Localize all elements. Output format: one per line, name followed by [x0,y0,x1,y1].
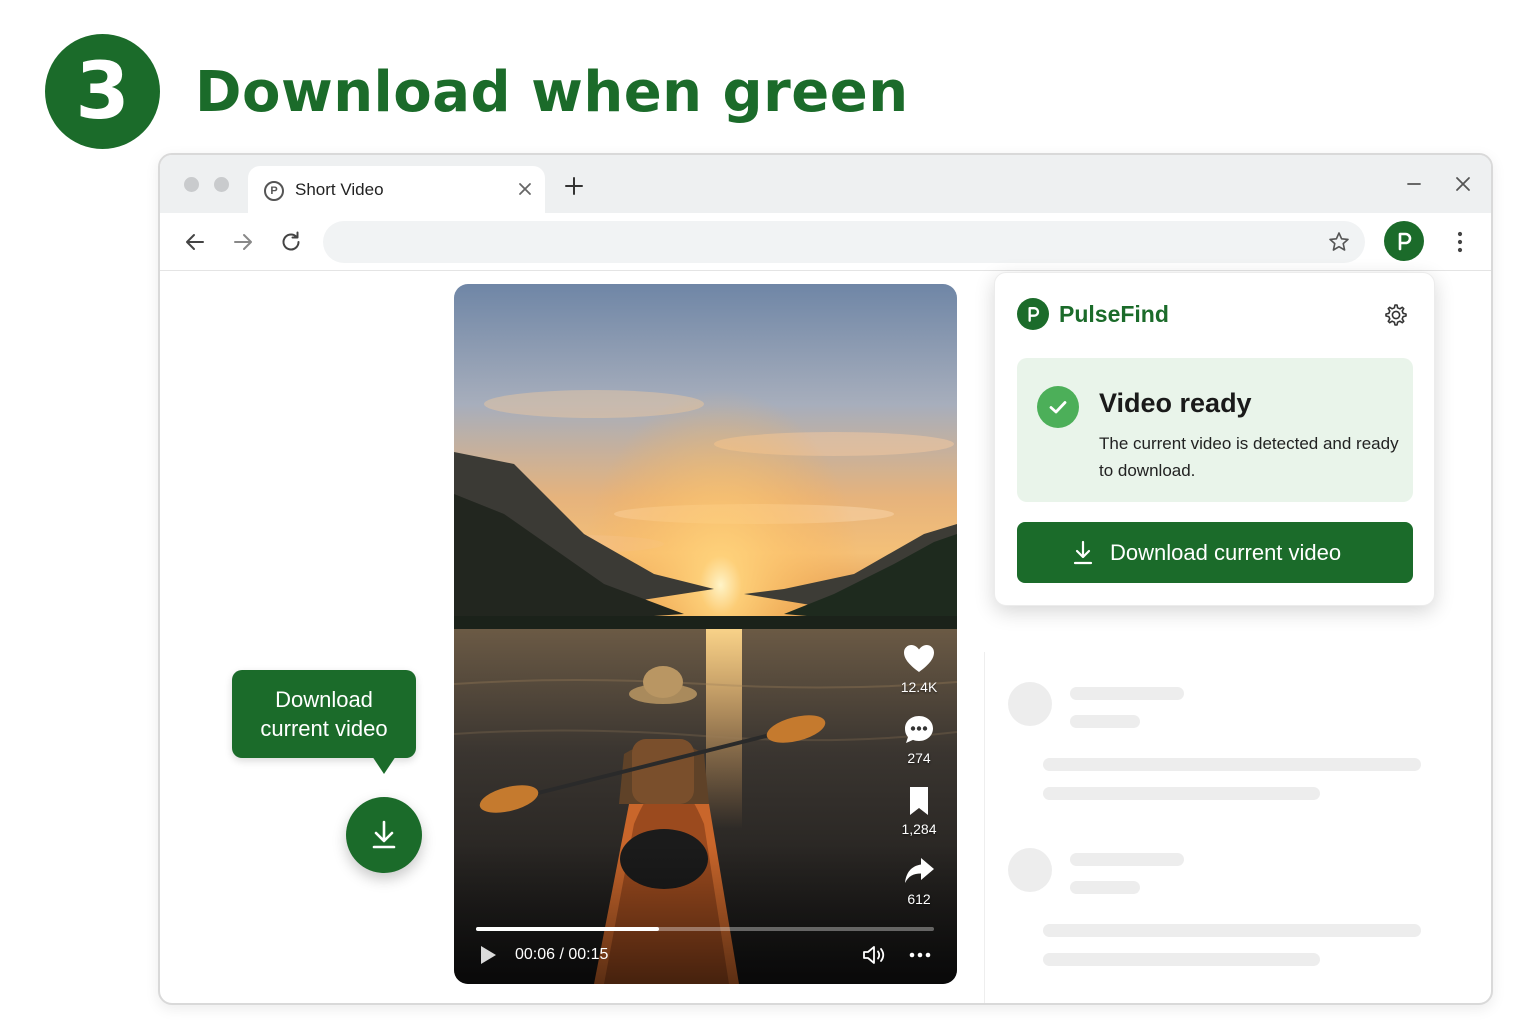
skeleton-line [1043,787,1320,800]
pulsefind-extension-button[interactable] [1384,221,1424,261]
browser-toolbar [160,213,1491,271]
pulsefind-favicon-icon: P [264,181,284,201]
status-description: The current video is detected and ready … [1099,434,1399,480]
page-content: 12.4K 274 1,284 612 00:06 / 00:15 Downlo… [160,272,1491,1003]
heart-icon [904,645,934,672]
like-count: 12.4K [900,679,938,695]
comment-bubble-icon [905,716,933,743]
bookmark-icon [910,787,928,815]
pulsefind-logo [1017,298,1049,330]
tutorial-screen: 3 Download when green P Short Video 12.4… [0,0,1536,1024]
progress-track[interactable] [476,927,934,931]
tab-short-video[interactable]: P Short Video [248,166,545,216]
play-icon[interactable] [478,944,498,966]
forward-arrow-icon[interactable] [230,229,256,255]
skeleton-line [1070,687,1184,700]
video-frame-kayak-sunset [454,284,957,984]
step-number-badge: 3 [45,34,160,149]
skeleton-avatar [1008,848,1052,892]
success-check-badge [1037,386,1079,428]
pulsefind-logo-icon [1398,232,1412,251]
more-horizontal-icon[interactable] [907,944,933,966]
share-action[interactable]: 612 [886,854,952,907]
browser-window: P Short Video 12.4K 274 1,284 612 00:06 … [158,153,1493,1005]
share-count: 612 [907,891,931,907]
skeleton-line [1070,881,1140,894]
checkmark-icon [1049,401,1067,414]
skeleton-line [1043,758,1421,771]
close-icon[interactable] [515,179,535,199]
share-arrow-icon [905,858,934,883]
step-title: Download when green [195,60,909,125]
time-display: 00:06 / 00:15 [515,946,609,963]
window-control-dot[interactable] [184,177,199,192]
download-icon [372,820,396,849]
window-control-dot[interactable] [214,177,229,192]
skeleton-line [1043,953,1320,966]
tooltip-line-2: current video [260,716,388,741]
address-bar[interactable] [323,221,1365,263]
status-title: Video ready [1099,388,1252,418]
download-button-label: Download current video [1110,540,1342,565]
back-arrow-icon[interactable] [182,229,208,255]
video-ready-card: Video ready The current video is detecte… [1017,358,1413,502]
comment-count: 274 [907,750,931,766]
popup-brand-name: PulseFind [1059,301,1169,327]
skeleton-line [1070,715,1140,728]
pulsefind-popup: PulseFind Video ready The current video … [994,272,1435,606]
pulsefind-logo-icon [1028,307,1040,322]
minimize-icon[interactable] [1403,173,1425,195]
comment-action[interactable]: 274 [886,713,952,766]
video-player[interactable]: 12.4K 274 1,284 612 00:06 / 00:15 [454,284,957,984]
like-action[interactable]: 12.4K [886,642,952,695]
tooltip-line-1: Download [275,687,373,712]
gear-icon[interactable] [1383,302,1409,328]
tab-strip: P Short Video [160,155,1491,216]
save-action[interactable]: 1,284 [886,784,952,837]
progress-fill [476,927,660,931]
skeleton-line [1043,924,1421,937]
skeleton-line [1070,853,1184,866]
download-icon [1073,540,1093,565]
volume-icon[interactable] [861,943,887,967]
tooltip-pointer [372,756,396,774]
more-vertical-icon[interactable] [1448,229,1472,255]
column-divider [984,652,985,1003]
reload-icon[interactable] [278,229,304,255]
star-bookmark-icon[interactable] [1327,230,1351,254]
download-tooltip: Download current video [232,670,416,774]
floating-download-button[interactable] [346,797,422,873]
download-current-video-button[interactable]: Download current video [1017,522,1413,583]
close-window-icon[interactable] [1452,173,1474,195]
skeleton-avatar [1008,682,1052,726]
tab-title: Short Video [295,180,384,199]
plus-icon[interactable] [563,175,585,197]
save-count: 1,284 [901,821,937,837]
